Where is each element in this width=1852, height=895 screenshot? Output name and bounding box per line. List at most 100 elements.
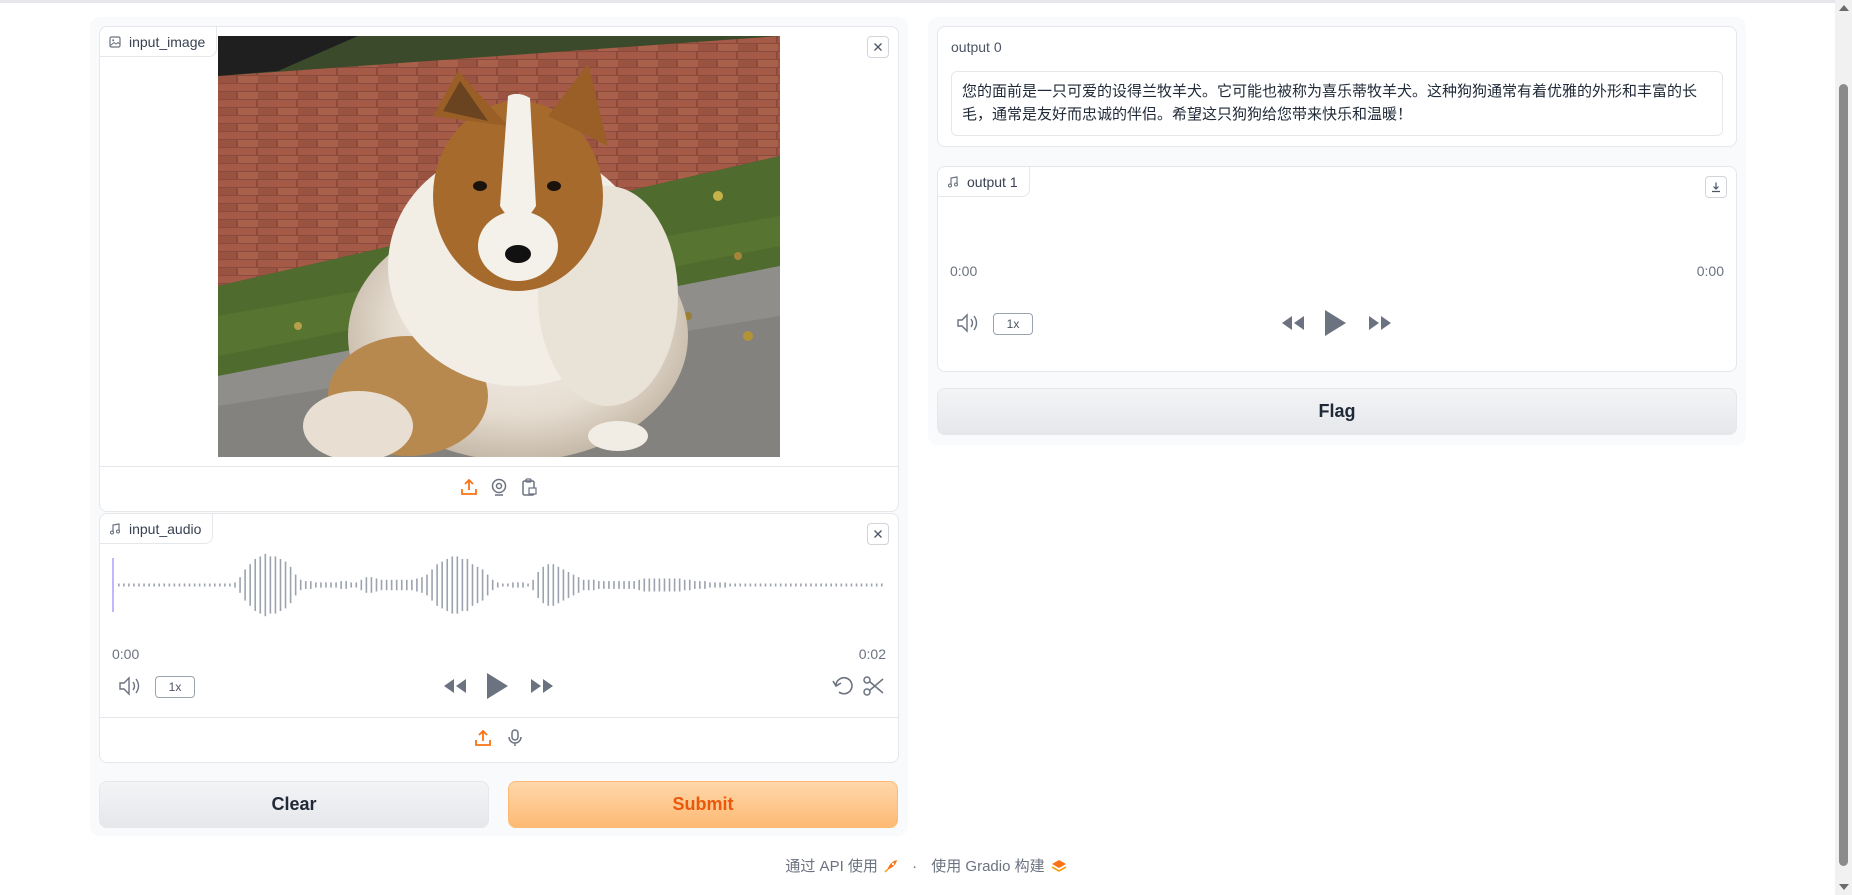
flag-button[interactable]: Flag (937, 388, 1737, 435)
waveform-bar (623, 581, 625, 589)
waveform-bar (355, 582, 358, 588)
submit-button[interactable]: Submit (508, 781, 898, 828)
waveform-bar (193, 583, 196, 587)
scroll-thumb[interactable] (1839, 84, 1848, 866)
waveform-bar (370, 577, 373, 593)
waveform-bar (188, 583, 191, 587)
rewind-icon[interactable] (1279, 312, 1307, 339)
use-via-api-link[interactable]: 通过 API 使用 (785, 855, 898, 876)
waveform-bar (618, 581, 620, 589)
waveform-bar (496, 582, 499, 588)
waveform-bar (249, 564, 251, 606)
waveform-bar (779, 583, 782, 587)
waveform-bar (294, 574, 297, 596)
waveform-bar (304, 581, 307, 589)
volume-icon[interactable] (118, 675, 142, 702)
waveform-bar (183, 583, 186, 587)
waveform-bar (587, 579, 590, 591)
waveform-bar (441, 561, 443, 609)
waveform-bar (466, 559, 469, 611)
waveform-bar (739, 583, 742, 587)
waveform-bar (699, 581, 701, 589)
waveform-bar (643, 578, 646, 592)
waveform-bar (451, 556, 454, 614)
input-column: input_image input_audio 0:00 0:02 1x Cle… (90, 17, 908, 836)
waveform-bar (764, 583, 767, 587)
waveform-bar (148, 583, 150, 587)
waveform-bar (810, 583, 812, 587)
waveform-bar (416, 578, 418, 592)
waveform-bar (507, 583, 509, 587)
waveform-bar (173, 583, 176, 587)
upload-icon[interactable] (459, 477, 479, 502)
waveform-bar (375, 578, 378, 592)
fast-forward-icon[interactable] (1366, 312, 1394, 339)
audio-source-toolbar (100, 717, 898, 762)
rocket-icon (884, 859, 897, 873)
waveform-bar (835, 583, 838, 587)
waveform-bar (502, 583, 504, 587)
waveform-bar (264, 553, 267, 617)
clear-audio-button[interactable] (867, 523, 889, 545)
waveform-bar (163, 583, 166, 587)
page-scrollbar[interactable] (1835, 0, 1852, 895)
microphone-icon[interactable] (505, 728, 525, 753)
output-0-textbox[interactable]: 您的面前是一只可爱的设得兰牧羊犬。它可能也被称为喜乐蒂牧羊犬。这种狗狗通常有着优… (951, 71, 1723, 136)
waveform-bar (608, 581, 610, 589)
webcam-icon[interactable] (489, 477, 509, 502)
waveform-bar (820, 583, 822, 587)
rewind-icon[interactable] (441, 675, 469, 702)
undo-icon[interactable] (831, 675, 855, 702)
waveform-bar (628, 581, 630, 589)
waveform-bar (714, 582, 716, 588)
waveform-bar (592, 579, 595, 591)
output-0-label: output 0 (951, 39, 1002, 55)
built-with-gradio-link[interactable]: 使用 Gradio 构建 (931, 855, 1067, 876)
fast-forward-icon[interactable] (528, 675, 556, 702)
scroll-down-arrow-icon[interactable] (1839, 884, 1849, 890)
waveform-bar (456, 556, 459, 614)
playback-speed-button[interactable]: 1x (155, 676, 195, 698)
audio-controls: 1x (100, 670, 898, 702)
input-image-label-text: input_image (129, 33, 206, 50)
waveform-bar (214, 583, 216, 587)
waveform-bar (208, 583, 211, 587)
waveform-bar (219, 583, 221, 587)
waveform-bar (426, 574, 428, 596)
waveform-bar (648, 578, 651, 592)
waveform-bar (340, 581, 342, 589)
waveform-bar (860, 583, 863, 587)
waveform-bar (269, 556, 272, 614)
audio-waveform[interactable] (112, 552, 890, 618)
waveform-bar (284, 561, 287, 609)
waveform-bar (678, 578, 681, 592)
waveform-bar (759, 583, 762, 587)
waveform-bar (527, 583, 529, 587)
music-note-icon (109, 522, 121, 535)
clipboard-icon[interactable] (519, 477, 539, 502)
waveform-bar (840, 583, 843, 587)
playback-speed-button[interactable]: 1x (993, 313, 1033, 335)
upload-icon[interactable] (473, 728, 493, 753)
input-image-block[interactable]: input_image (99, 26, 899, 512)
volume-icon[interactable] (956, 312, 980, 339)
clear-image-button[interactable] (867, 36, 889, 58)
waveform-bar (486, 574, 489, 596)
waveform-bar (694, 581, 696, 589)
scroll-up-arrow-icon[interactable] (1839, 5, 1849, 11)
close-icon (874, 530, 882, 538)
trim-scissors-icon[interactable] (862, 675, 886, 702)
download-button[interactable] (1705, 176, 1727, 198)
waveform-bar (542, 566, 545, 604)
waveform-bar (400, 579, 403, 591)
waveform-bar (790, 583, 792, 587)
waveform-bar (128, 583, 130, 587)
waveform-bar (734, 583, 737, 587)
waveform-bar (633, 581, 635, 589)
play-icon[interactable] (1322, 308, 1348, 343)
play-icon[interactable] (484, 671, 510, 706)
input-audio-block[interactable]: input_audio 0:00 0:02 1x (99, 513, 899, 763)
waveform-bar (345, 581, 347, 589)
clear-button[interactable]: Clear (99, 781, 489, 828)
waveform-bar (815, 583, 817, 587)
